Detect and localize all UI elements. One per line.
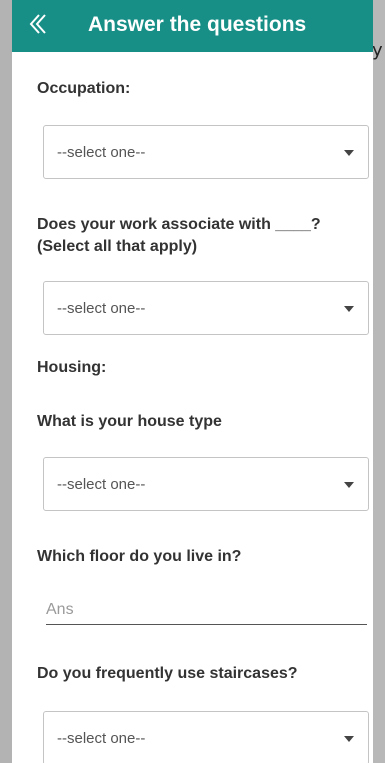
work-associate-select[interactable]: --select one--	[43, 281, 369, 335]
housing-section-label: Housing:	[37, 359, 107, 376]
back-chevron-icon	[29, 14, 46, 34]
occupation-select-value: --select one--	[57, 144, 146, 161]
floor-label: Which floor do you live in?	[37, 548, 242, 565]
occupation-label: Occupation:	[37, 80, 131, 97]
work-associate-label: Does your work associate with ____? (Sel…	[37, 216, 321, 255]
page-title: Answer the questions	[88, 13, 307, 36]
work-associate-select-value: --select one--	[57, 300, 146, 317]
back-button[interactable]	[18, 4, 58, 44]
house-type-label: What is your house type	[37, 413, 222, 430]
background-strip	[0, 0, 12, 763]
house-type-select-value: --select one--	[57, 476, 146, 493]
staircases-select-value: --select one--	[57, 730, 146, 747]
occupation-select[interactable]: --select one--	[43, 125, 369, 179]
dropdown-caret-icon	[344, 306, 354, 312]
staircases-label: Do you frequently use staircases?	[37, 665, 298, 682]
house-type-select[interactable]: --select one--	[43, 457, 369, 511]
dropdown-caret-icon	[344, 150, 354, 156]
dropdown-caret-icon	[344, 482, 354, 488]
background-text-fragment: y	[372, 40, 383, 61]
app-screen: Answer the questions Occupation: --selec…	[12, 0, 373, 763]
dropdown-caret-icon	[344, 736, 354, 742]
floor-answer-input[interactable]	[46, 596, 367, 625]
app-bar: Answer the questions	[12, 0, 373, 52]
staircases-select[interactable]: --select one--	[43, 711, 369, 763]
